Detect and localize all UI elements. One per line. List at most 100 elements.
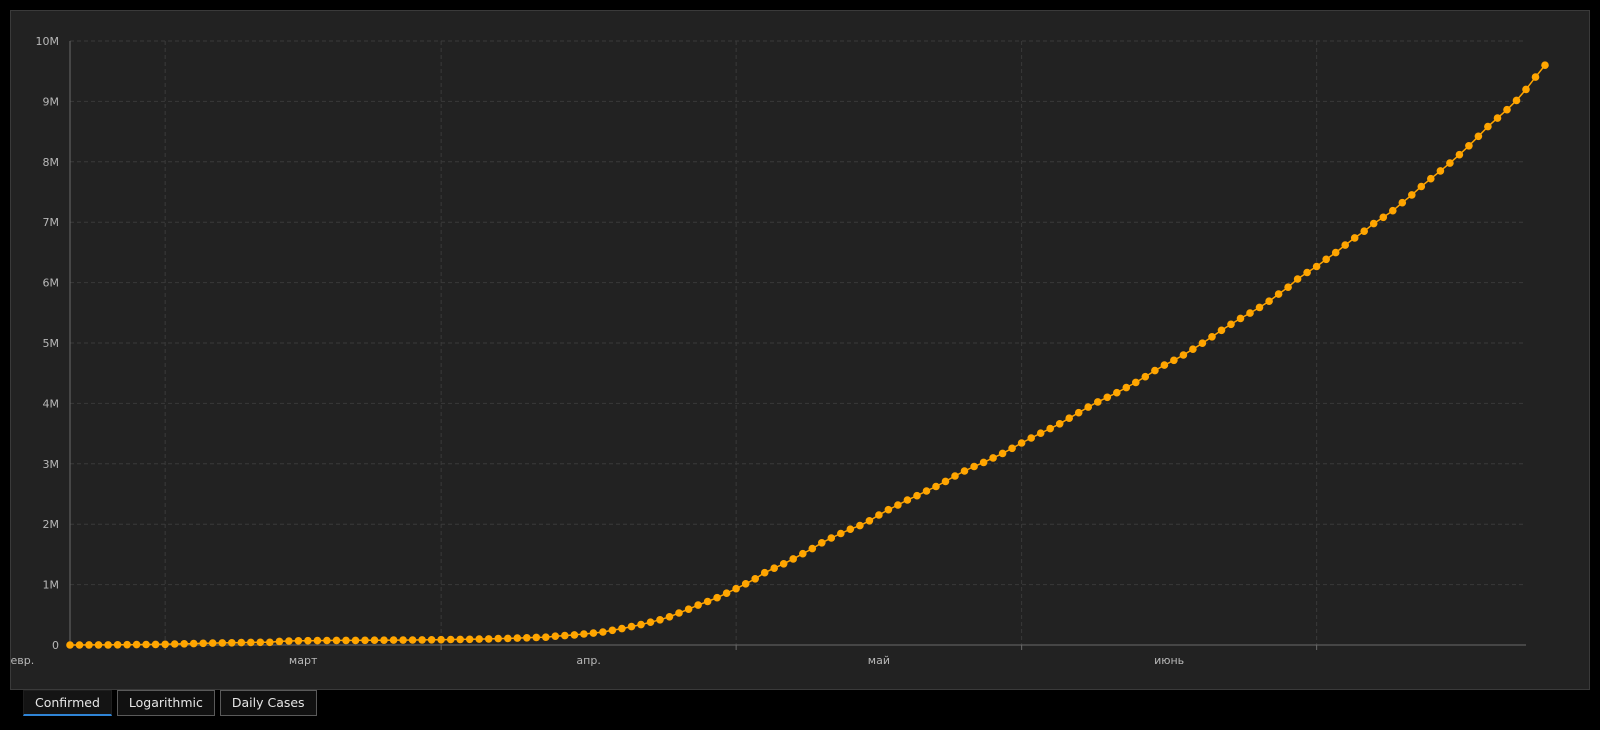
- data-point: [1360, 227, 1368, 235]
- data-point: [989, 454, 997, 462]
- data-point: [741, 580, 750, 588]
- y-tick-label: 8M: [43, 156, 60, 169]
- data-point: [1236, 314, 1245, 323]
- data-point: [342, 636, 350, 645]
- tab-logarithmic[interactable]: Logarithmic: [116, 690, 215, 716]
- data-point: [285, 637, 293, 645]
- data-point: [1065, 414, 1073, 423]
- data-point: [1493, 114, 1502, 122]
- data-point: [1312, 262, 1321, 271]
- tab-daily-cases[interactable]: Daily Cases: [219, 690, 317, 716]
- data-point: [484, 635, 493, 643]
- data-point: [618, 624, 626, 633]
- data-point: [228, 639, 236, 647]
- y-tick-label: 4M: [43, 397, 60, 410]
- data-point: [1113, 388, 1121, 397]
- data-point: [1217, 326, 1226, 335]
- data-point: [1141, 372, 1150, 381]
- data-point: [237, 638, 246, 647]
- data-point: [694, 601, 702, 609]
- data-point: [1122, 383, 1131, 392]
- data-point: [189, 639, 198, 648]
- y-tick-label: 3M: [43, 458, 60, 471]
- x-tick-labels: февр. март апр. май июнь: [11, 654, 1184, 667]
- data-point: [1341, 241, 1349, 249]
- data-point: [1474, 132, 1483, 141]
- data-point: [1284, 283, 1292, 292]
- data-point: [142, 640, 150, 649]
- y-tick-label: 9M: [43, 95, 60, 108]
- tab-confirmed[interactable]: Confirmed: [23, 690, 112, 716]
- data-point: [1398, 198, 1407, 207]
- data-point: [998, 449, 1007, 458]
- data-point: [380, 636, 388, 644]
- data-point: [247, 638, 255, 647]
- data-point: [1379, 213, 1388, 222]
- data-point: [1484, 122, 1492, 131]
- data-point: [599, 628, 607, 636]
- data-point: [1274, 290, 1283, 298]
- data-point: [1455, 150, 1464, 159]
- data-point: [903, 496, 912, 504]
- data-point: [361, 636, 369, 645]
- data-point: [1369, 219, 1378, 228]
- data-point: [1027, 434, 1035, 442]
- data-point: [1208, 333, 1216, 341]
- data-point: [1017, 439, 1026, 447]
- data-point: [1094, 398, 1102, 406]
- data-point: [570, 631, 579, 639]
- data-point: [1512, 96, 1521, 105]
- data-point: [561, 631, 569, 640]
- data-point: [1389, 206, 1397, 215]
- data-point: [627, 622, 636, 631]
- data-point: [960, 467, 969, 475]
- data-point: [427, 636, 436, 644]
- data-point: [1350, 234, 1359, 242]
- data-point: [389, 636, 398, 644]
- data-point: [951, 472, 959, 480]
- data-point: [456, 635, 465, 644]
- data-point: [932, 482, 940, 491]
- data-point: [1331, 248, 1340, 257]
- x-tick-label: апр.: [576, 654, 600, 667]
- data-point: [1074, 408, 1083, 417]
- data-point: [1151, 366, 1159, 375]
- data-point: [789, 555, 797, 563]
- data-point: [970, 462, 978, 471]
- data-point: [913, 491, 921, 500]
- data-point: [399, 636, 407, 644]
- y-tick-label: 5M: [43, 337, 60, 350]
- data-point: [266, 638, 274, 647]
- data-point: [542, 633, 550, 641]
- data-point: [532, 633, 541, 642]
- y-tick-label: 6M: [43, 277, 60, 290]
- y-tick-label: 2M: [43, 518, 60, 531]
- data-point: [1008, 444, 1016, 453]
- data-point: [408, 636, 417, 644]
- series-line: [70, 64, 1546, 646]
- data-point: [827, 534, 836, 542]
- y-tick-label: 10M: [36, 35, 60, 48]
- data-point: [1417, 182, 1426, 191]
- data-point: [637, 620, 645, 629]
- y-tick-labels: 0 1M 2M 3M 4M 5M 6M 7M 8M 9M 10M: [36, 35, 60, 652]
- data-point: [313, 636, 322, 645]
- data-point: [475, 635, 484, 643]
- data-point: [722, 589, 731, 597]
- x-tick-label: февр.: [11, 654, 34, 667]
- x-tick-label: май: [868, 654, 890, 667]
- data-point: [275, 637, 284, 646]
- data-point: [323, 636, 331, 645]
- data-point: [894, 501, 902, 509]
- data-point: [770, 564, 778, 572]
- data-point: [1055, 420, 1064, 428]
- data-point: [1046, 424, 1054, 433]
- data-point: [256, 638, 265, 647]
- data-point: [732, 584, 740, 593]
- data-point: [1227, 320, 1235, 329]
- data-point: [608, 626, 617, 635]
- data-point: [1103, 393, 1112, 402]
- data-point: [799, 549, 807, 558]
- x-tick-label: июнь: [1154, 654, 1184, 667]
- data-point: [123, 640, 131, 649]
